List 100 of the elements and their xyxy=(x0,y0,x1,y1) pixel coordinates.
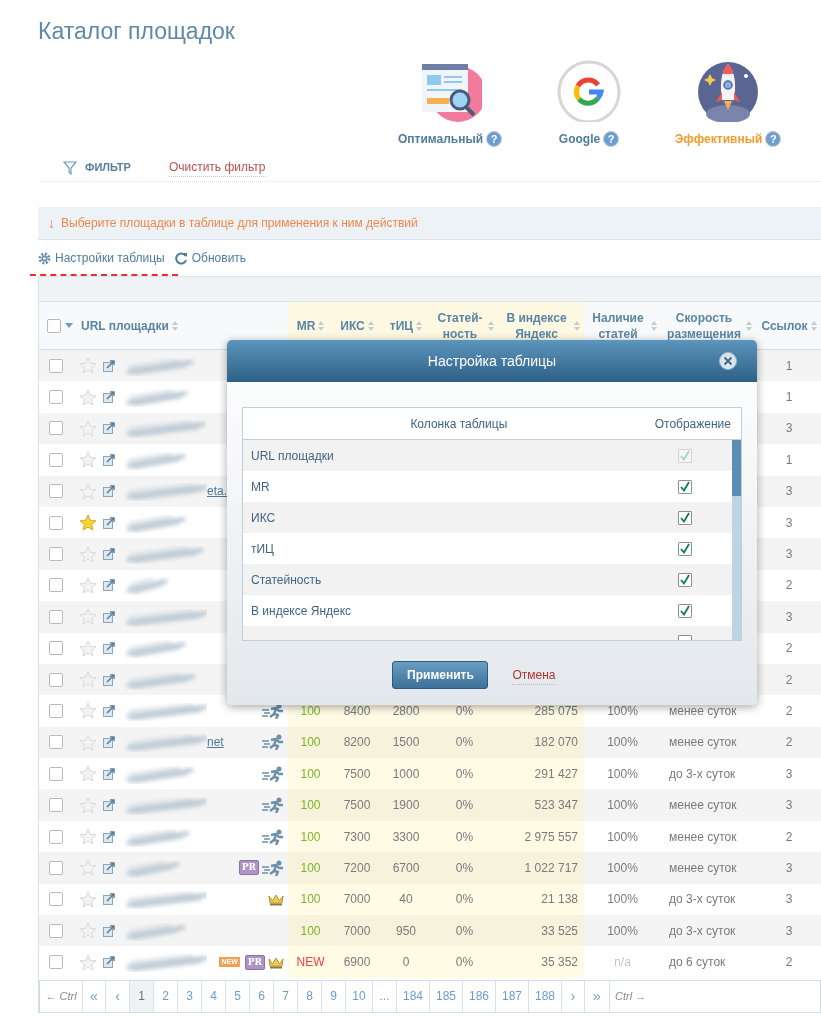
checkbox[interactable] xyxy=(49,860,63,875)
column-header[interactable]: тИЦ xyxy=(389,317,414,334)
sort-icon[interactable] xyxy=(746,320,752,331)
page-button[interactable]: 6 xyxy=(250,980,274,1012)
star-icon[interactable] xyxy=(79,922,97,940)
external-link-icon[interactable] xyxy=(103,673,115,686)
checkbox[interactable] xyxy=(49,829,63,844)
external-link-icon[interactable] xyxy=(103,422,115,435)
star-icon[interactable] xyxy=(79,451,97,469)
checkbox[interactable] xyxy=(49,390,63,405)
external-link-icon[interactable] xyxy=(103,893,115,906)
star-icon[interactable] xyxy=(79,639,97,657)
page-button[interactable]: ... xyxy=(373,980,397,1012)
page-button[interactable]: 9 xyxy=(322,980,346,1012)
star-icon[interactable] xyxy=(79,953,97,971)
checkbox[interactable] xyxy=(49,798,63,813)
checkbox[interactable] xyxy=(49,358,63,373)
sort-icon[interactable] xyxy=(651,320,657,331)
caret-icon[interactable] xyxy=(65,323,73,328)
checkbox[interactable] xyxy=(678,603,692,618)
checkbox[interactable] xyxy=(678,541,692,556)
checkbox[interactable] xyxy=(49,735,63,750)
page-button[interactable]: 7 xyxy=(274,980,298,1012)
star-icon[interactable] xyxy=(79,796,97,814)
sort-icon[interactable] xyxy=(810,320,817,331)
star-icon[interactable] xyxy=(79,702,97,720)
sort-icon[interactable] xyxy=(367,320,374,331)
star-icon[interactable] xyxy=(79,419,97,437)
page-button[interactable]: 185 xyxy=(430,980,463,1012)
star-icon[interactable] xyxy=(79,608,97,626)
checkbox[interactable] xyxy=(49,955,63,970)
checkbox[interactable] xyxy=(49,578,63,593)
checkbox[interactable] xyxy=(49,547,63,562)
external-link-icon[interactable] xyxy=(103,924,115,937)
close-icon[interactable] xyxy=(719,352,737,370)
page-button[interactable]: 1 xyxy=(130,980,154,1012)
checkbox[interactable] xyxy=(49,421,63,436)
sort-icon[interactable] xyxy=(416,320,423,331)
star-icon[interactable] xyxy=(79,859,97,877)
table-settings-link[interactable]: Настройки таблицы xyxy=(38,249,165,267)
external-link-icon[interactable] xyxy=(103,610,115,623)
star-icon[interactable] xyxy=(79,388,97,406)
last-page-button[interactable]: » xyxy=(585,980,610,1012)
page-button[interactable]: 10 xyxy=(346,980,373,1012)
prev-page-hint[interactable]: ← Ctrl xyxy=(40,980,83,1012)
checkbox[interactable] xyxy=(49,515,63,530)
checkbox[interactable] xyxy=(49,641,63,656)
page-button[interactable]: 3 xyxy=(178,980,202,1012)
external-link-icon[interactable] xyxy=(103,799,115,812)
refresh-link[interactable]: Обновить xyxy=(174,249,247,267)
star-icon[interactable] xyxy=(79,733,97,751)
column-header[interactable]: URL площадки xyxy=(81,317,169,334)
external-link-icon[interactable] xyxy=(103,485,115,498)
checkbox[interactable] xyxy=(678,510,692,525)
external-link-icon[interactable] xyxy=(103,359,115,372)
checkbox[interactable] xyxy=(678,479,692,494)
star-icon[interactable] xyxy=(79,765,97,783)
preset-label[interactable]: Google xyxy=(558,130,601,148)
preset-label[interactable]: Оптимальный xyxy=(397,130,484,148)
external-link-icon[interactable] xyxy=(103,516,115,529)
scrollbar[interactable] xyxy=(732,440,741,640)
clear-filter-link[interactable]: Очистить фильтр xyxy=(168,158,266,177)
column-header[interactable]: Ссылок xyxy=(761,317,808,334)
page-button[interactable]: 8 xyxy=(298,980,322,1012)
checkbox[interactable] xyxy=(49,484,63,499)
checkbox[interactable] xyxy=(678,572,692,587)
filter-button[interactable]: ФИЛЬТР xyxy=(63,159,131,176)
page-button[interactable]: 187 xyxy=(496,980,529,1012)
url-link[interactable]: net xyxy=(207,733,224,752)
url-link[interactable]: eta. xyxy=(207,482,227,501)
next-page-hint[interactable]: Ctrl → xyxy=(610,980,647,1012)
first-page-button[interactable]: « xyxy=(83,980,106,1012)
external-link-icon[interactable] xyxy=(103,736,115,749)
page-button[interactable]: 184 xyxy=(397,980,430,1012)
external-link-icon[interactable] xyxy=(103,391,115,404)
checkbox[interactable] xyxy=(49,892,63,907)
scrollbar-thumb[interactable] xyxy=(732,440,741,496)
page-button[interactable]: 5 xyxy=(226,980,250,1012)
star-icon[interactable] xyxy=(79,482,97,500)
checkbox[interactable] xyxy=(49,609,63,624)
cancel-link[interactable]: Отмена xyxy=(512,665,556,685)
external-link-icon[interactable] xyxy=(103,767,115,780)
page-button[interactable]: 2 xyxy=(154,980,178,1012)
star-icon[interactable] xyxy=(79,671,97,689)
checkbox[interactable] xyxy=(49,923,63,938)
column-header[interactable]: ИКС xyxy=(340,317,365,334)
help-button[interactable]: ? xyxy=(603,131,620,147)
checkbox[interactable] xyxy=(49,766,63,781)
checkbox[interactable] xyxy=(49,704,63,718)
sort-icon[interactable] xyxy=(574,320,580,331)
external-link-icon[interactable] xyxy=(103,548,115,561)
external-link-icon[interactable] xyxy=(103,579,115,592)
sort-icon[interactable] xyxy=(318,320,325,331)
column-header[interactable]: MR xyxy=(296,317,316,334)
star-icon[interactable] xyxy=(79,890,97,908)
page-button[interactable]: 188 xyxy=(529,980,562,1012)
checkbox[interactable] xyxy=(49,672,63,687)
checkbox[interactable] xyxy=(47,318,61,333)
preset-label[interactable]: Эффективный xyxy=(674,130,763,148)
checkbox[interactable] xyxy=(49,452,63,467)
